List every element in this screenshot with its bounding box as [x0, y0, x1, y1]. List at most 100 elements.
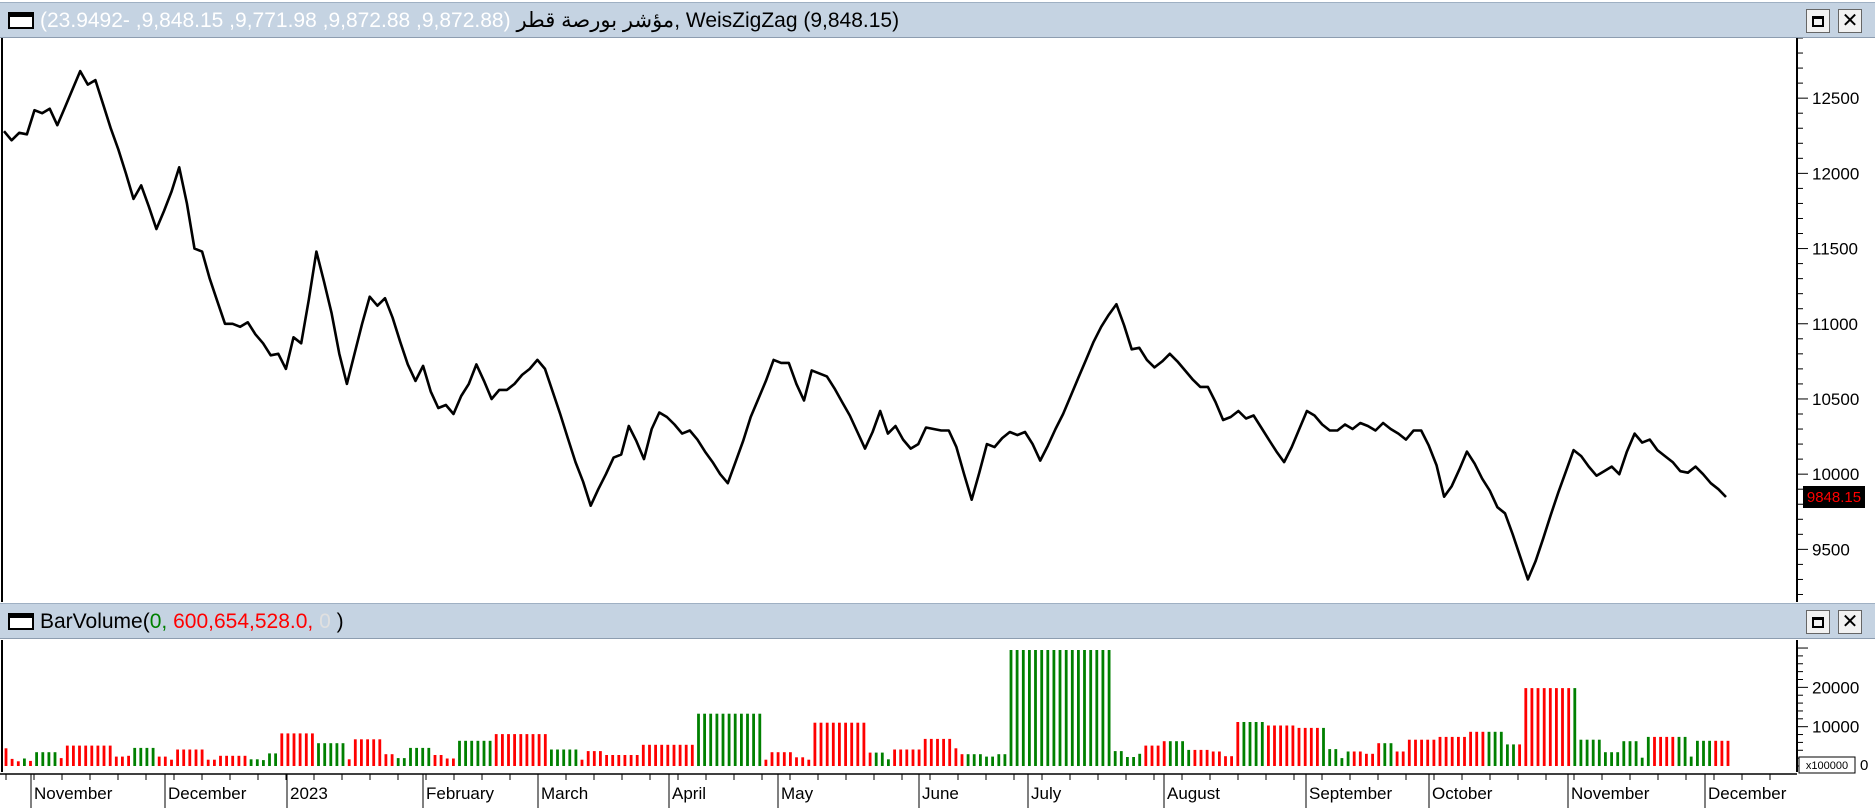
- volume-bar: [335, 743, 339, 766]
- date-axis-label: August: [1167, 784, 1220, 803]
- volume-bar: [16, 761, 20, 766]
- volume-bar: [954, 748, 958, 766]
- volume-bar: [1640, 757, 1644, 766]
- volume-bar: [243, 755, 247, 766]
- volume-bar: [1144, 745, 1148, 766]
- volume-bar: [648, 744, 651, 766]
- volume-bar: [519, 734, 523, 766]
- volume-bar: [507, 734, 510, 766]
- volume-bar: [353, 739, 357, 766]
- volume-bar: [1205, 749, 1209, 766]
- volume-bar: [402, 758, 406, 766]
- volume-bar: [850, 722, 854, 766]
- volume-bar: [1328, 749, 1332, 766]
- volume-bar: [421, 747, 425, 766]
- volume-bar: [697, 713, 700, 766]
- maximize-button[interactable]: [1806, 610, 1830, 634]
- volume-bar: [1714, 740, 1718, 766]
- volume-bar: [942, 738, 945, 766]
- price-chart: 9500 10000 10500 11000 11500 12000 12500 9848.…: [1, 38, 1865, 602]
- volume-bar: [905, 749, 909, 766]
- volume-bar: [893, 749, 896, 766]
- volume-bar: [84, 745, 88, 766]
- volume-bar: [1218, 751, 1221, 766]
- volume-bar: [53, 752, 57, 766]
- volume-bar: [911, 749, 915, 766]
- volume-bar: [1646, 736, 1650, 766]
- volume-bar: [1414, 739, 1417, 766]
- close-button[interactable]: ✕: [1838, 9, 1862, 33]
- volume-bar: [1438, 736, 1442, 766]
- volume-bar: [1138, 753, 1142, 766]
- volume-bar: [1309, 727, 1313, 766]
- date-axis-label: March: [541, 784, 588, 803]
- indicator-label: WeisZigZag (9,848.15): [685, 9, 900, 32]
- volume-bar: [464, 740, 467, 766]
- volume-bar: [1291, 725, 1295, 766]
- volume-bar: [396, 758, 400, 766]
- volume-bar: [1407, 739, 1411, 766]
- volume-bar: [991, 756, 994, 766]
- date-axis-label: July: [1031, 784, 1062, 803]
- volume-bar: [145, 747, 149, 766]
- volume-bar: [1389, 743, 1393, 766]
- volume-bar: [96, 745, 100, 766]
- volume-bar: [59, 758, 63, 766]
- close-button[interactable]: ✕: [1838, 610, 1862, 634]
- volume-bar: [795, 757, 798, 766]
- last-price-badge: 9848.15: [1803, 486, 1865, 508]
- volume-bar: [948, 738, 952, 766]
- volume-bar: [543, 734, 547, 766]
- volume-bar: [776, 752, 780, 766]
- volume-bar: [899, 749, 903, 766]
- maximize-button[interactable]: [1806, 9, 1830, 33]
- volume-bar: [831, 722, 835, 766]
- date-axis-label: December: [1708, 784, 1787, 803]
- volume-bar: [237, 755, 241, 766]
- volume-bar: [102, 745, 106, 766]
- volume-bar: [488, 740, 492, 766]
- volume-bar: [1689, 756, 1693, 766]
- volume-bar: [1316, 727, 1319, 766]
- volume-bar: [1273, 725, 1276, 766]
- window-icon[interactable]: [8, 12, 34, 29]
- volume-bar: [709, 713, 713, 766]
- volume-bar: [1420, 739, 1423, 766]
- volume-bar: [997, 754, 1001, 766]
- volume-bar: [1548, 688, 1552, 766]
- volume-bar: [1211, 751, 1215, 766]
- volume-bar: [1622, 741, 1626, 766]
- volume-bar: [378, 739, 382, 766]
- volume-bar: [176, 749, 179, 766]
- volume-bar: [1358, 751, 1362, 766]
- volume-indicator-name: BarVolume: [40, 610, 143, 633]
- volume-bar: [1242, 722, 1246, 766]
- volume-bar: [1457, 736, 1460, 766]
- volume-bar: [452, 758, 455, 766]
- title-separator: ,: [674, 9, 681, 32]
- volume-bar: [525, 734, 529, 766]
- price-pane-titlebar: مؤشر بورصة قطر (9,872.88, 9,872.88, 9,77…: [0, 2, 1875, 38]
- volume-bar: [605, 755, 608, 766]
- volume-bar: [550, 749, 553, 766]
- volume-bar: [1481, 731, 1485, 766]
- volume-bar: [880, 752, 884, 766]
- window-icon[interactable]: [8, 613, 34, 630]
- volume-bar: [1340, 758, 1344, 766]
- volume-bar: [482, 740, 486, 766]
- volume-bar: [323, 743, 327, 766]
- volume-bar: [427, 747, 431, 766]
- maximize-icon: [1812, 15, 1824, 27]
- volume-bar: [415, 747, 418, 766]
- volume-bar: [298, 733, 302, 766]
- volume-bar: [329, 743, 333, 766]
- volume-pane-title: BarVolume(0, 600,654,528.0, 0 ): [40, 604, 344, 640]
- volume-bar: [4, 748, 8, 766]
- volume-bar: [862, 722, 866, 766]
- volume-bar: [127, 755, 130, 766]
- volume-bar: [458, 740, 461, 766]
- volume-bar: [1095, 650, 1099, 766]
- volume-bar: [1052, 650, 1056, 766]
- volume-bar: [372, 739, 376, 766]
- volume-bar: [1113, 751, 1117, 766]
